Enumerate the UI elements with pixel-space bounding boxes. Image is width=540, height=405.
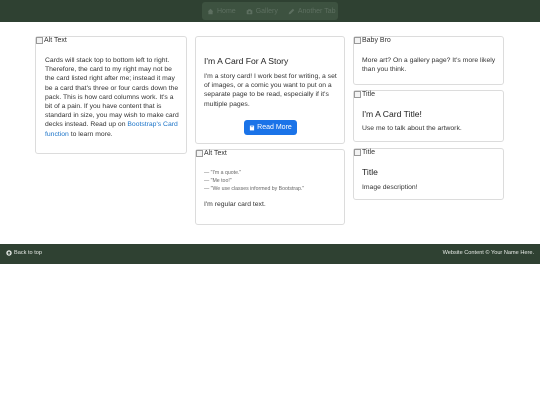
quote-line: — "We use classes informed by Bootstrap.… [204,186,305,192]
story-card: I'm A Card For A Story I'm a story card!… [195,36,345,144]
footer-copyright: Website Content © Your Name Here. [442,250,534,256]
card-title-image-alt: Title [362,91,375,98]
back-to-top-label: Back to top [14,250,42,256]
nav-gallery-label: Gallery [255,7,278,15]
pencil-icon [288,8,295,14]
image-description-text: Image description! [362,184,418,191]
nav-home[interactable]: Home [202,2,241,20]
footer: Back to top Website Content © Your Name … [0,244,540,264]
story-card-title: I'm A Card For A Story [204,56,289,66]
card-body-text-end: to learn more. [68,130,113,138]
quote-line: — "I'm a quote." [204,170,242,176]
card-title-card: Title I'm A Card Title! Use me to talk a… [353,90,504,142]
nav-another-tab[interactable]: Another Tab [283,2,341,20]
quote-card-image-alt: Alt Text [204,150,227,157]
card-text: Cards will stack top to bottom left to r… [45,56,181,139]
image-description-title: Title [362,167,378,177]
quote-list: — "I'm a quote." — "Me too!" — "We use c… [204,169,342,193]
read-more-label: Read More [257,124,292,131]
image-description-placeholder: Title [354,149,375,156]
card-columns-info: Alt Text Cards will stack top to bottom … [35,36,187,154]
arrow-up-circle-icon [6,250,12,256]
image-description-alt: Title [362,149,375,156]
baby-bro-card: Baby Bro More art? On a gallery page? It… [353,36,504,85]
read-more-button[interactable]: Read More [244,120,297,135]
nav-home-label: Home [217,7,236,15]
broken-image-icon [36,37,43,44]
broken-image-icon [196,150,203,157]
story-card-text: I'm a story card! I work best for writin… [204,73,337,108]
baby-bro-text: More art? On a gallery page? It's more l… [362,57,496,74]
card-title-image-placeholder: Title [354,91,375,98]
top-navbar: Home Gallery Another Tab [0,0,540,22]
nav-group: Home Gallery Another Tab [202,2,338,20]
broken-image-icon [354,37,361,44]
quote-card: Alt Text — "I'm a quote." — "Me too!" — … [195,149,345,225]
camera-icon [246,8,252,14]
baby-bro-image-alt: Baby Bro [362,37,391,44]
card-image-placeholder: Alt Text [36,37,67,44]
quote-card-image-placeholder: Alt Text [196,150,227,157]
quote-line: — "Me too!" [204,178,232,184]
book-icon [250,125,255,130]
card-title-text: Use me to talk about the artwork. [362,125,462,132]
broken-image-icon [354,91,361,98]
card-image-alt: Alt Text [44,37,67,44]
back-to-top-link[interactable]: Back to top [6,250,42,256]
nav-another-tab-label: Another Tab [297,7,336,15]
baby-bro-image-placeholder: Baby Bro [354,37,391,44]
nav-gallery[interactable]: Gallery [241,2,283,20]
image-description-card: Title Title Image description! [353,148,504,200]
card-body-text: Cards will stack top to bottom left to r… [45,57,179,129]
broken-image-icon [354,149,361,156]
home-icon [207,8,214,14]
card-title-heading: I'm A Card Title! [362,109,422,119]
quote-card-text: I'm regular card text. [204,201,266,208]
